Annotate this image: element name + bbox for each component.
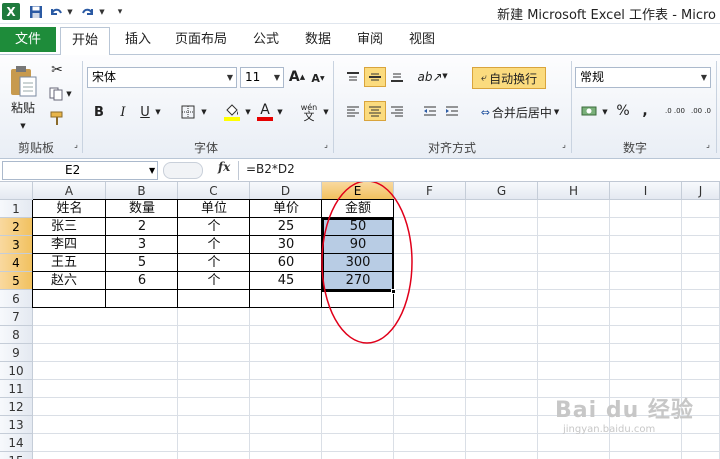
font-size-combo[interactable]: 11 ▼ (240, 67, 284, 88)
align-right-icon[interactable] (386, 101, 408, 121)
formula-input[interactable]: =B2*D2 (246, 162, 295, 176)
underline-dropdown-icon[interactable]: ▼ (154, 107, 162, 117)
number-format-value: 常规 (580, 70, 605, 84)
font-color-dropdown-icon[interactable]: ▼ (276, 107, 284, 117)
phonetic-guide-icon[interactable]: wén 文 (297, 101, 321, 123)
alignment-launcher-icon[interactable]: ⌟ (560, 139, 568, 149)
worksheet-grid[interactable]: ABCDEFGHIJ 123456789101112131415 姓名数量单位单… (0, 182, 720, 459)
font-color-icon[interactable]: A (256, 101, 274, 123)
insert-function-icon[interactable]: fx (218, 160, 230, 174)
window-title: 新建 Microsoft Excel 工作表 - Micro (497, 8, 716, 23)
undo-dropdown-icon[interactable]: ▼ (66, 3, 74, 20)
phonetic-dropdown-icon[interactable]: ▼ (322, 107, 330, 117)
number-format-dropdown-icon[interactable]: ▼ (701, 68, 707, 87)
borders-icon[interactable] (178, 103, 198, 121)
group-separator (333, 61, 334, 153)
tab-file[interactable]: 文件 (0, 27, 56, 52)
copy-icon[interactable]: ▼ (48, 85, 72, 103)
borders-dropdown-icon[interactable]: ▼ (200, 107, 208, 117)
wrap-text-label: 自动换行 (489, 71, 538, 86)
baidu-watermark: Bai du 经验 jingyan.baidu.com (555, 392, 694, 435)
number-launcher-icon[interactable]: ⌟ (704, 139, 712, 149)
clipboard-group-label: 剪贴板 (17, 141, 54, 155)
undo-icon[interactable] (48, 3, 64, 20)
bold-button[interactable]: B (90, 103, 108, 121)
percent-style-button[interactable]: % (614, 101, 632, 121)
decrease-font-size-icon[interactable]: A ▼ (310, 70, 326, 86)
fill-color-icon[interactable] (222, 101, 242, 123)
name-box[interactable]: E2 ▼ (2, 161, 158, 180)
font-launcher-icon[interactable]: ⌟ (322, 139, 330, 149)
group-separator (716, 61, 717, 153)
tab-page-layout[interactable]: 页面布局 (168, 30, 234, 52)
group-separator (571, 61, 572, 153)
watermark-brand: Bai du 经验 (555, 398, 694, 423)
decrease-indent-icon[interactable] (420, 101, 440, 121)
formula-divider (238, 161, 239, 180)
accounting-dropdown-icon[interactable]: ▼ (601, 107, 609, 117)
align-center-icon[interactable] (364, 101, 386, 121)
tab-insert[interactable]: 插入 (115, 30, 161, 52)
font-size-dropdown-icon[interactable]: ▼ (274, 68, 280, 87)
font-name-value: 宋体 (92, 70, 117, 84)
customize-qat-icon[interactable]: ▾ (115, 3, 125, 20)
wrap-text-icon: ⤶ (480, 71, 488, 84)
alignment-group-label: 对齐方式 (427, 141, 476, 155)
align-top-icon[interactable] (342, 67, 364, 87)
tab-home[interactable]: 开始 (60, 27, 110, 55)
format-painter-icon[interactable] (48, 109, 66, 127)
font-size-value: 11 (245, 70, 261, 84)
font-group-label: 字体 (193, 141, 218, 155)
italic-button[interactable]: I (114, 103, 132, 121)
font-color-glyph: A (260, 102, 270, 118)
align-bottom-icon[interactable] (386, 67, 408, 87)
watermark-url: jingyan.baidu.com (563, 424, 656, 435)
tab-review[interactable]: 审阅 (348, 30, 392, 52)
merge-center-button[interactable]: ⇔ 合并后居中 ▼ (472, 101, 568, 123)
accounting-format-icon[interactable] (578, 101, 600, 121)
fill-color-dropdown-icon[interactable]: ▼ (244, 107, 252, 117)
group-separator (82, 61, 83, 153)
merge-center-icon: ⇔ (480, 105, 490, 119)
align-left-icon[interactable] (342, 101, 364, 121)
save-icon[interactable] (27, 3, 44, 20)
name-box-dropdown-icon[interactable]: ▼ (149, 162, 155, 179)
ribbon: 粘贴 ▼ ✂ ▼ 剪贴板 ⌟ 宋体 ▼ 11 ▼ A ▲ A ▼ B I U ▼ ▼ ▼… (0, 54, 720, 159)
clipboard-launcher-icon[interactable]: ⌟ (72, 139, 80, 149)
tab-data[interactable]: 数据 (296, 30, 340, 52)
redo-dropdown-icon[interactable]: ▼ (98, 3, 106, 20)
number-group-label: 数字 (622, 141, 647, 155)
name-box-value: E2 (65, 163, 81, 177)
increase-decimal-button[interactable]: .0 .00 (664, 101, 686, 121)
tab-formulas[interactable]: 公式 (244, 30, 288, 52)
underline-button[interactable]: U (137, 103, 153, 121)
paste-dropdown-icon[interactable]: ▼ (18, 121, 28, 131)
comma-style-button[interactable]: , (638, 101, 652, 121)
clipboard-icon (11, 65, 37, 96)
wrap-text-button[interactable]: ⤶ 自动换行 (472, 67, 546, 89)
tab-view[interactable]: 视图 (400, 30, 444, 52)
decrease-decimal-button[interactable]: .00 .0 (690, 101, 712, 121)
redo-icon[interactable] (80, 3, 96, 20)
font-name-combo[interactable]: 宋体 ▼ (87, 67, 237, 88)
align-middle-icon[interactable] (364, 67, 386, 87)
paste-button[interactable]: 粘贴 (6, 59, 40, 121)
merge-center-dropdown-icon[interactable]: ▼ (554, 108, 559, 116)
cut-icon[interactable]: ✂ (48, 61, 66, 79)
paste-label: 粘贴 (10, 100, 35, 115)
merge-center-label: 合并后居中 (491, 105, 552, 120)
orientation-icon[interactable]: ab↗ (417, 67, 442, 87)
orientation-dropdown-icon[interactable]: ▼ (441, 71, 449, 81)
number-format-combo[interactable]: 常规 ▼ (575, 67, 711, 88)
excel-app-icon[interactable]: X (2, 3, 20, 20)
title-bar: X ▼ ▼ ▾ 新建 Microsoft Excel 工作表 - Micro (0, 0, 720, 24)
font-name-dropdown-icon[interactable]: ▼ (227, 68, 233, 87)
formula-bar: E2 ▼ fx =B2*D2 (0, 159, 720, 182)
increase-font-size-icon[interactable]: A ▲ (289, 68, 305, 86)
formula-bar-splitter[interactable] (163, 162, 203, 179)
increase-indent-icon[interactable] (442, 101, 462, 121)
